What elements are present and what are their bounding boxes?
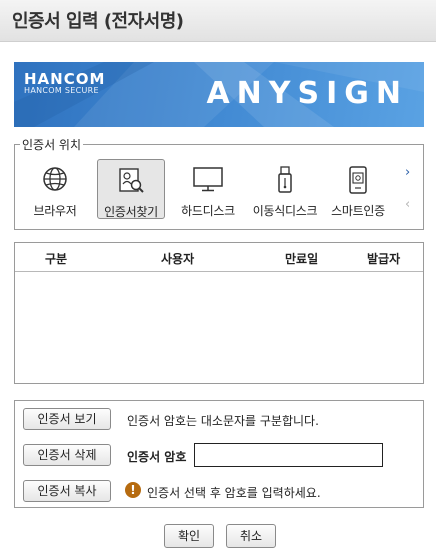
location-label: 인증서찾기 bbox=[104, 205, 158, 219]
location-label: 브라우저 bbox=[33, 204, 77, 218]
cert-table-header: 구분 사용자 만료일 발급자 bbox=[15, 243, 423, 272]
location-hard-disk[interactable]: 하드디스크 bbox=[173, 159, 243, 219]
location-cert-search[interactable]: 인증서찾기 bbox=[97, 159, 165, 219]
cert-table[interactable]: 구분 사용자 만료일 발급자 bbox=[14, 242, 424, 384]
certificate-search-icon bbox=[116, 166, 146, 200]
col-expiry: 만료일 bbox=[285, 252, 319, 266]
next-arrow-icon[interactable]: › bbox=[405, 165, 410, 180]
product-name: ANYSIGN bbox=[206, 76, 408, 111]
delete-cert-button[interactable]: 인증서 삭제 bbox=[23, 444, 111, 466]
ok-button[interactable]: 확인 bbox=[164, 524, 214, 548]
usb-drive-icon bbox=[275, 165, 295, 199]
col-user: 사용자 bbox=[161, 252, 195, 266]
hancom-secure-label: HANCOM SECURE bbox=[24, 86, 99, 95]
warning-icon: ! bbox=[125, 482, 141, 498]
location-label: 스마트인증 bbox=[331, 204, 385, 218]
col-type: 구분 bbox=[45, 252, 68, 266]
location-browser[interactable]: 브라우저 bbox=[25, 159, 85, 219]
copy-cert-button[interactable]: 인증서 복사 bbox=[23, 480, 111, 502]
location-removable-disk[interactable]: 이동식디스크 bbox=[251, 159, 319, 219]
location-label: 하드디스크 bbox=[181, 204, 235, 218]
password-hint: 인증서 선택 후 암호를 입력하세요. bbox=[147, 486, 321, 500]
password-label: 인증서 암호 bbox=[127, 450, 187, 464]
col-issuer: 발급자 bbox=[367, 252, 401, 266]
cert-actions-panel: 인증서 보기 인증서 암호는 대소문자를 구분합니다. 인증서 삭제 인증서 암… bbox=[14, 400, 424, 508]
location-smart-auth[interactable]: 스마트인증 bbox=[325, 159, 391, 219]
cert-location-group: 인증서 위치 브라우저 인증서찾기 하드디스크 이동식디스크 스마트인증 › ‹ bbox=[14, 136, 424, 230]
cancel-button[interactable]: 취소 bbox=[226, 524, 276, 548]
prev-arrow-icon[interactable]: ‹ bbox=[405, 197, 410, 212]
title-bar: 인증서 입력 (전자서명) bbox=[0, 0, 436, 42]
view-cert-button[interactable]: 인증서 보기 bbox=[23, 408, 111, 430]
monitor-icon bbox=[192, 165, 224, 197]
location-label: 이동식디스크 bbox=[252, 204, 318, 218]
anysign-banner: HANCOM HANCOM SECURE ANYSIGN bbox=[14, 62, 424, 127]
case-sensitive-notice: 인증서 암호는 대소문자를 구분합니다. bbox=[127, 414, 319, 428]
window-title: 인증서 입력 (전자서명) bbox=[12, 11, 184, 32]
password-input[interactable] bbox=[194, 443, 383, 467]
cert-location-legend: 인증서 위치 bbox=[20, 136, 84, 153]
smartphone-icon bbox=[347, 165, 369, 199]
globe-icon bbox=[41, 165, 69, 197]
